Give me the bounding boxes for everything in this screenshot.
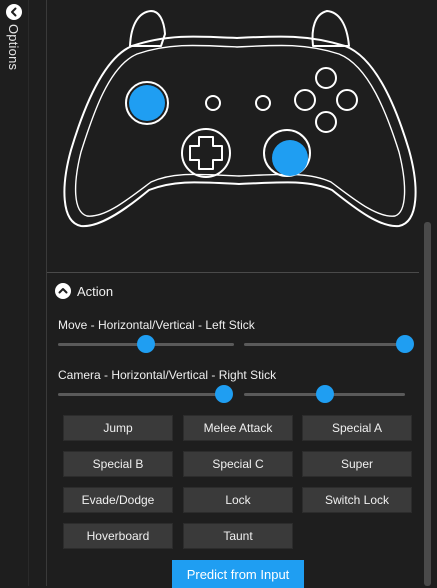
chevron-left-icon [11,7,17,17]
controller-panel [47,0,419,272]
controller-body [63,35,417,228]
action-panel: Action Move - Horizontal/Vertical - Left… [47,272,419,588]
slider-thumb[interactable] [396,335,414,353]
options-sidebar: Options [0,0,29,586]
melee-attack-button[interactable]: Melee Attack [183,415,293,441]
vertical-scrollbar[interactable] [424,222,431,586]
right-trigger [311,10,350,47]
action-section-header[interactable]: Action [55,281,113,301]
lock-button[interactable]: Lock [183,487,293,513]
taunt-button[interactable]: Taunt [183,523,293,549]
collapse-button[interactable] [55,283,71,299]
predict-from-input-button[interactable]: Predict from Input [172,560,304,588]
slider-thumb[interactable] [215,385,233,403]
options-toggle-button[interactable] [6,4,22,20]
camera-horizontal-slider[interactable] [58,385,233,403]
right-stick-indicator [272,140,308,176]
move-horizontal-slider[interactable] [58,335,234,353]
super-button[interactable]: Super [302,451,412,477]
jump-button[interactable]: Jump [63,415,173,441]
move-vertical-slider[interactable] [244,335,414,353]
action-title: Action [77,283,114,299]
hoverboard-button[interactable]: Hoverboard [63,523,173,549]
special-a-button[interactable]: Special A [302,415,412,441]
camera-vertical-slider[interactable] [244,385,405,403]
special-b-button[interactable]: Special B [63,451,173,477]
camera-slider-label: Camera - Horizontal/Vertical - Right Sti… [58,368,277,382]
slider-thumb[interactable] [315,385,334,403]
chevron-up-icon [58,288,68,294]
switch-lock-button[interactable]: Switch Lock [302,487,412,513]
options-label[interactable]: Options [6,24,21,70]
special-c-button[interactable]: Special C [183,451,293,477]
evade-dodge-button[interactable]: Evade/Dodge [63,487,173,513]
slider-thumb[interactable] [137,335,155,353]
left-stick-indicator [129,85,165,121]
controller-diagram [63,10,417,228]
move-slider-label: Move - Horizontal/Vertical - Left Stick [58,318,255,332]
